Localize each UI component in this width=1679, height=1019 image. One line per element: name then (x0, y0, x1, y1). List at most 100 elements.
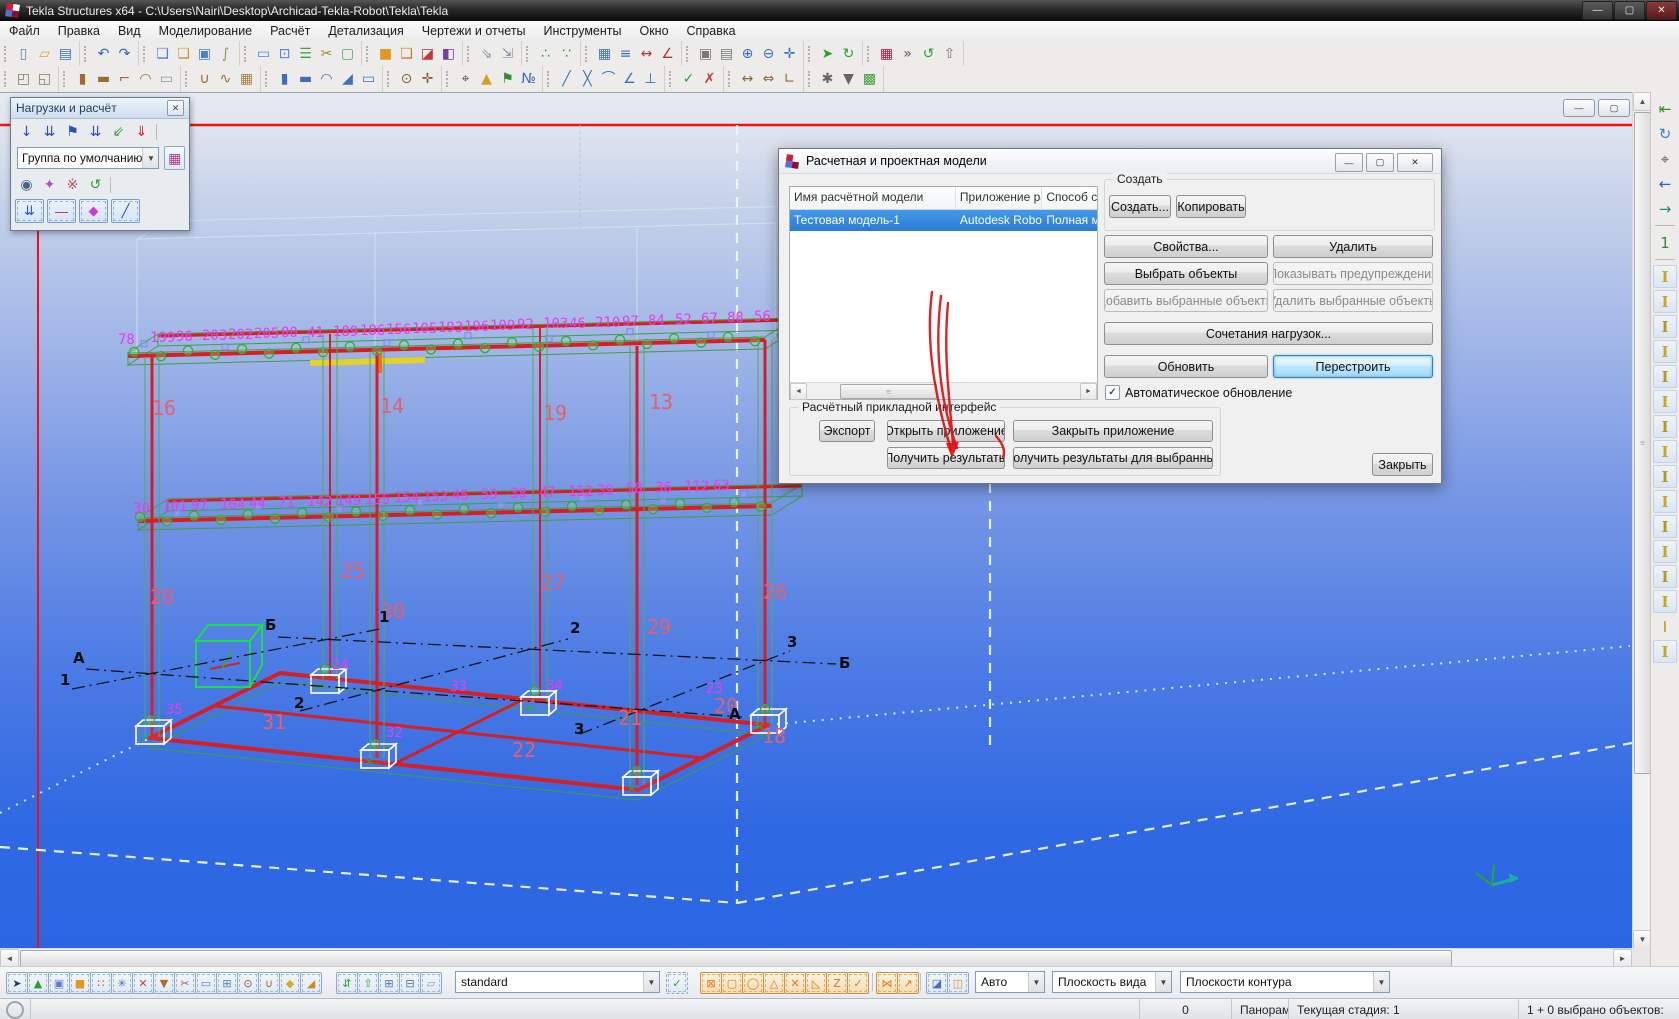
refresh-icon[interactable]: ↺ (918, 44, 939, 64)
column-model-name[interactable]: Имя расчётной модели (790, 187, 956, 209)
snap-intersection-icon[interactable]: △ (763, 972, 785, 994)
table-scroll-thumb[interactable]: ≡ (840, 384, 937, 399)
fetch-point-2-icon[interactable]: ⇲ (497, 44, 518, 64)
steel-polybeam-icon[interactable]: ⌐ (114, 69, 135, 89)
connection-column-splice-icon[interactable]: I (1653, 440, 1677, 463)
toolbar-drag-handle[interactable] (467, 46, 472, 62)
create-button[interactable]: Создать... (1109, 195, 1171, 218)
toolbar-drag-handle[interactable] (808, 46, 813, 62)
selection-filter-select[interactable]: standard ▼ (455, 971, 660, 993)
move-part-icon[interactable]: ◪ (417, 44, 438, 64)
curved-beam-icon[interactable]: ◠ (135, 69, 156, 89)
arc-icon[interactable]: ⌒ (598, 69, 619, 89)
snap-any-icon[interactable]: ✕ (784, 972, 806, 994)
options-icon[interactable]: ✱ (817, 69, 838, 89)
connection-shear-plate-icon[interactable]: I (1653, 540, 1677, 563)
toolbar-drag-handle[interactable] (686, 46, 691, 62)
connection-full-depth-icon[interactable]: I (1653, 315, 1677, 338)
print-icon[interactable]: ▤ (716, 44, 737, 64)
dialog-maximize-button[interactable]: ▢ (1366, 153, 1394, 172)
select-assemblies-icon[interactable]: ▣ (48, 972, 70, 994)
select-bolts-icon[interactable]: ⊙ (237, 972, 259, 994)
copy-button[interactable]: Копировать (1176, 195, 1246, 218)
tekla-tools-icon[interactable]: ▦ (876, 44, 897, 64)
snap-reference-icon[interactable]: ⊠ (700, 972, 722, 994)
connection-bent-plate-icon[interactable]: I (1653, 415, 1677, 438)
load-info-icon[interactable]: ◉ (15, 174, 38, 195)
connection-haunch-icon[interactable]: I (1653, 614, 1677, 639)
concrete-slab-icon[interactable]: ◢ (337, 69, 358, 89)
toolbar-drag-handle[interactable] (669, 71, 674, 87)
steel-column-icon[interactable]: ▮ (72, 69, 93, 89)
chevron-down-icon[interactable]: ▼ (1028, 972, 1044, 992)
open-model-icon[interactable]: ▱ (34, 44, 55, 64)
lattice-icon[interactable]: ▦ (236, 69, 257, 89)
load-reset-icon[interactable]: ↺ (84, 174, 107, 195)
close-button[interactable]: ✕ (1646, 1, 1677, 20)
forward-icon[interactable]: → (1653, 196, 1677, 221)
zoom-in-icon[interactable]: ⊕ (737, 44, 758, 64)
chevron-down-icon[interactable]: ▼ (1373, 972, 1389, 992)
more-tools-icon[interactable]: » (897, 44, 918, 64)
checkbox-checked-icon[interactable]: ✓ (1105, 385, 1120, 400)
toolbar-drag-handle[interactable] (4, 46, 9, 62)
auto-update-checkbox-row[interactable]: ✓ Автоматическое обновление (1105, 385, 1292, 400)
table-scroll-right-icon[interactable]: ► (1080, 383, 1097, 400)
menu-расчёт[interactable]: Расчёт (261, 21, 319, 41)
grid-line-icon[interactable]: ≡ (615, 44, 636, 64)
column-analysis-app[interactable]: Приложение рас... (956, 187, 1042, 209)
toggle-nodes-icon[interactable]: ◆ (79, 199, 108, 223)
toolbar-drag-handle[interactable] (867, 46, 872, 62)
redo-icon[interactable]: ↷ (114, 44, 135, 64)
copy-part-icon[interactable]: ❏ (396, 44, 417, 64)
load-import-icon[interactable]: ⇓ (130, 121, 153, 142)
toggle-loads-icon[interactable]: ⇊ (15, 199, 44, 223)
connection-end-plate-icon[interactable]: I (1653, 265, 1677, 288)
select-in-components-icon[interactable]: ⊟ (399, 972, 421, 994)
select-in-assemblies-icon[interactable]: ⊞ (378, 972, 400, 994)
snap-perpendicular-icon[interactable]: ◺ (805, 972, 827, 994)
snap-extension-icon[interactable]: Z (826, 972, 848, 994)
pad-footing-icon[interactable]: ▭ (358, 69, 379, 89)
toolbar-drag-handle[interactable] (387, 71, 392, 87)
components-catalog-icon[interactable]: ▩ (859, 69, 880, 89)
create-grid-icon[interactable]: ▦ (594, 44, 615, 64)
toolbar-drag-handle[interactable] (446, 71, 451, 87)
toolbar-drag-handle[interactable] (185, 71, 190, 87)
vertical-scroll-thumb[interactable]: ≡ (1634, 112, 1651, 774)
snap-geometry-icon[interactable]: ▢ (721, 972, 743, 994)
update-button[interactable]: Обновить (1104, 355, 1268, 378)
auto-connection-icon[interactable]: ◰ (13, 69, 34, 89)
toolbar-drag-handle[interactable] (63, 71, 68, 87)
component-search-icon[interactable]: ⌖ (1653, 146, 1677, 171)
create-points-icon[interactable]: ∴ (535, 44, 556, 64)
create-points-2-icon[interactable]: ∵ (556, 44, 577, 64)
fetch-point-icon[interactable]: ⇘ (476, 44, 497, 64)
toggle-supports-icon[interactable]: — (47, 199, 76, 223)
export-icon[interactable]: ⇧ (939, 44, 960, 64)
copy-icon[interactable]: ❏ (152, 44, 173, 64)
channel-icon[interactable]: ∪ (194, 69, 215, 89)
menu-файл[interactable]: Файл (0, 21, 49, 41)
snap-override-icon[interactable]: ⋈ (876, 972, 898, 994)
chevron-down-icon[interactable]: ▼ (643, 972, 659, 992)
get-results-button[interactable]: Получить результаты (887, 447, 1005, 469)
measure-angle-icon[interactable]: ∠ (657, 44, 678, 64)
toolbar-drag-handle[interactable] (4, 71, 9, 87)
analysis-models-dialog[interactable]: Расчетная и проектная модели — ▢ ✕ Имя р… (778, 148, 1442, 484)
dialog-minimize-button[interactable]: — (1335, 153, 1363, 172)
table-row[interactable]: Тестовая модель-1 Autodesk Robot ... Пол… (790, 210, 1097, 231)
paste-icon[interactable]: ▣ (194, 44, 215, 64)
export-button[interactable]: Экспорт (819, 420, 875, 442)
auto-defaults-icon[interactable]: ◱ (34, 69, 55, 89)
menu-окно[interactable]: Окно (630, 21, 677, 41)
select-planes-icon[interactable]: ◢ (300, 972, 322, 994)
toolbar-drag-handle[interactable] (585, 46, 590, 62)
cut-icon[interactable]: ✂ (316, 44, 337, 64)
select-grids-icon[interactable]: ✳ (111, 972, 133, 994)
horizontal-scroll-thumb[interactable] (20, 950, 1452, 967)
back-icon[interactable]: ← (1653, 171, 1677, 196)
select-welds-icon[interactable]: ▼ (153, 972, 175, 994)
select-hierarchy-top-icon[interactable]: ⇧ (357, 972, 379, 994)
toolbar-drag-handle[interactable] (265, 71, 270, 87)
